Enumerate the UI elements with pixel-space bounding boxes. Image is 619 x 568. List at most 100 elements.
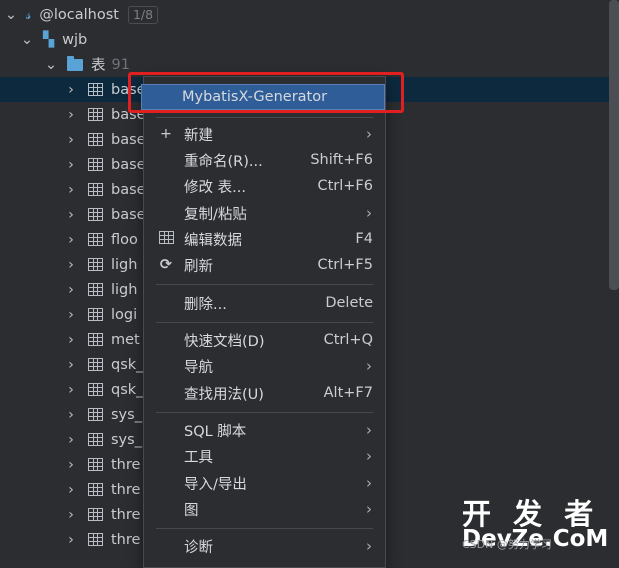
table-name: thre: [111, 531, 141, 548]
menu-divider: [156, 284, 373, 285]
chevron-down-icon[interactable]: ⌄: [4, 7, 18, 23]
menu-item-label: 查找用法(U): [184, 386, 264, 403]
chevron-right-icon[interactable]: ›: [64, 82, 78, 98]
tree-row-server[interactable]: ⌄ 𝓈 @localhost 1/8: [0, 2, 619, 27]
table-name: thre: [111, 506, 141, 523]
menu-item-import-export[interactable]: 导入/导出 ›: [144, 470, 385, 496]
menu-item-edit-data[interactable]: 编辑数据 F4: [144, 226, 385, 252]
menu-item-shortcut: F4: [355, 231, 373, 247]
tree-row-database[interactable]: ⌄ ▚ wjb: [0, 27, 619, 52]
table-icon: [88, 258, 103, 271]
chevron-right-icon[interactable]: ›: [64, 332, 78, 348]
plus-icon: +: [159, 126, 173, 142]
menu-item-label: 导航: [184, 359, 213, 376]
menu-item-label: 图: [184, 502, 199, 519]
tables-count: 91: [111, 56, 130, 73]
table-icon: [88, 308, 103, 321]
table-name: qsk_: [111, 356, 144, 373]
chevron-right-icon[interactable]: ›: [64, 382, 78, 398]
chevron-right-icon: ›: [366, 500, 372, 518]
menu-item-copy-paste[interactable]: 复制/粘贴 ›: [144, 200, 385, 226]
table-icon: [88, 158, 103, 171]
menu-item-label: 重命名(R)...: [184, 153, 263, 170]
chevron-right-icon[interactable]: ›: [64, 132, 78, 148]
table-icon: [88, 358, 103, 371]
menu-item-shortcut: Ctrl+Q: [323, 332, 373, 348]
menu-item-label: 新建: [184, 127, 213, 144]
table-icon: [88, 533, 103, 546]
table-icon: [156, 230, 176, 248]
chevron-right-icon: ›: [366, 204, 372, 222]
chevron-down-icon[interactable]: ⌄: [44, 57, 58, 73]
menu-item-refresh[interactable]: ⟳ 刷新 Ctrl+F5: [144, 252, 385, 278]
table-icon: [88, 183, 103, 196]
menu-item-shortcut: Ctrl+F5: [317, 257, 373, 273]
watermark-credit: CSDN @努力学习: [462, 538, 552, 551]
tables-label: 表: [91, 58, 106, 74]
menu-item-tools[interactable]: 工具 ›: [144, 443, 385, 469]
menu-item-diagrams[interactable]: 图 ›: [144, 496, 385, 522]
table-name: ligh: [111, 281, 138, 298]
table-icon: [88, 408, 103, 421]
table-name: base: [111, 206, 146, 223]
vertical-scrollbar[interactable]: [609, 0, 619, 290]
chevron-right-icon[interactable]: ›: [64, 407, 78, 423]
chevron-right-icon[interactable]: ›: [64, 207, 78, 223]
table-icon: [88, 333, 103, 346]
menu-divider: [156, 322, 373, 323]
chevron-right-icon[interactable]: ›: [64, 107, 78, 123]
chevron-right-icon[interactable]: ›: [64, 457, 78, 473]
menu-item-sql-scripts[interactable]: SQL 脚本 ›: [144, 417, 385, 443]
chevron-right-icon[interactable]: ›: [64, 182, 78, 198]
chevron-right-icon[interactable]: ›: [64, 432, 78, 448]
chevron-right-icon: ›: [366, 447, 372, 465]
chevron-right-icon[interactable]: ›: [64, 357, 78, 373]
menu-item-find-usages[interactable]: 查找用法(U) Alt+F7: [144, 380, 385, 406]
server-label: @localhost: [39, 6, 119, 23]
table-icon: [88, 433, 103, 446]
table-icon: [88, 83, 103, 96]
table-name: qsk_: [111, 381, 144, 398]
chevron-right-icon: ›: [366, 125, 372, 143]
session-badge: 1/8: [127, 5, 159, 24]
chevron-right-icon[interactable]: ›: [64, 282, 78, 298]
table-name: base: [111, 181, 146, 198]
chevron-right-icon[interactable]: ›: [64, 157, 78, 173]
menu-item-label: 修改 表...: [184, 179, 246, 196]
chevron-right-icon[interactable]: ›: [64, 532, 78, 548]
context-menu: MybatisX-Generator + 新建 › 重命名(R)... Shif…: [141, 76, 386, 568]
chevron-right-icon[interactable]: ›: [64, 482, 78, 498]
menu-divider: [156, 412, 373, 413]
chevron-right-icon: ›: [366, 537, 372, 555]
table-icon: [88, 108, 103, 121]
menu-divider: [156, 117, 373, 118]
menu-item-rename[interactable]: 重命名(R)... Shift+F6: [144, 147, 385, 173]
chevron-right-icon: ›: [366, 357, 372, 375]
table-icon: [88, 283, 103, 296]
menu-item-quick-doc[interactable]: 快速文档(D) Ctrl+Q: [144, 327, 385, 353]
chevron-right-icon[interactable]: ›: [64, 307, 78, 323]
chevron-right-icon[interactable]: ›: [64, 507, 78, 523]
table-icon: [88, 208, 103, 221]
chevron-down-icon[interactable]: ⌄: [20, 32, 34, 48]
menu-item-navigate[interactable]: 导航 ›: [144, 353, 385, 379]
menu-item-label: 编辑数据: [184, 232, 242, 249]
table-name: sys_: [111, 406, 142, 423]
menu-item-label: 导入/导出: [184, 476, 247, 493]
menu-item-delete[interactable]: 删除... Delete: [144, 290, 385, 316]
table-name: floo: [111, 231, 138, 248]
table-icon: [88, 483, 103, 496]
folder-icon: [67, 55, 83, 71]
table-icon: [88, 508, 103, 521]
menu-item-shortcut: Ctrl+F6: [317, 178, 373, 194]
table-name: base: [111, 156, 146, 173]
menu-item-diagnostics[interactable]: 诊断 ›: [144, 533, 385, 559]
menu-item-new[interactable]: + 新建 ›: [144, 121, 385, 147]
chevron-right-icon[interactable]: ›: [64, 257, 78, 273]
schema-icon: ▚: [43, 31, 55, 48]
menu-item-modify-table[interactable]: 修改 表... Ctrl+F6: [144, 173, 385, 199]
table-name: sys_: [111, 431, 142, 448]
chevron-right-icon[interactable]: ›: [64, 232, 78, 248]
table-name: logi: [111, 306, 138, 323]
table-icon: [88, 458, 103, 471]
